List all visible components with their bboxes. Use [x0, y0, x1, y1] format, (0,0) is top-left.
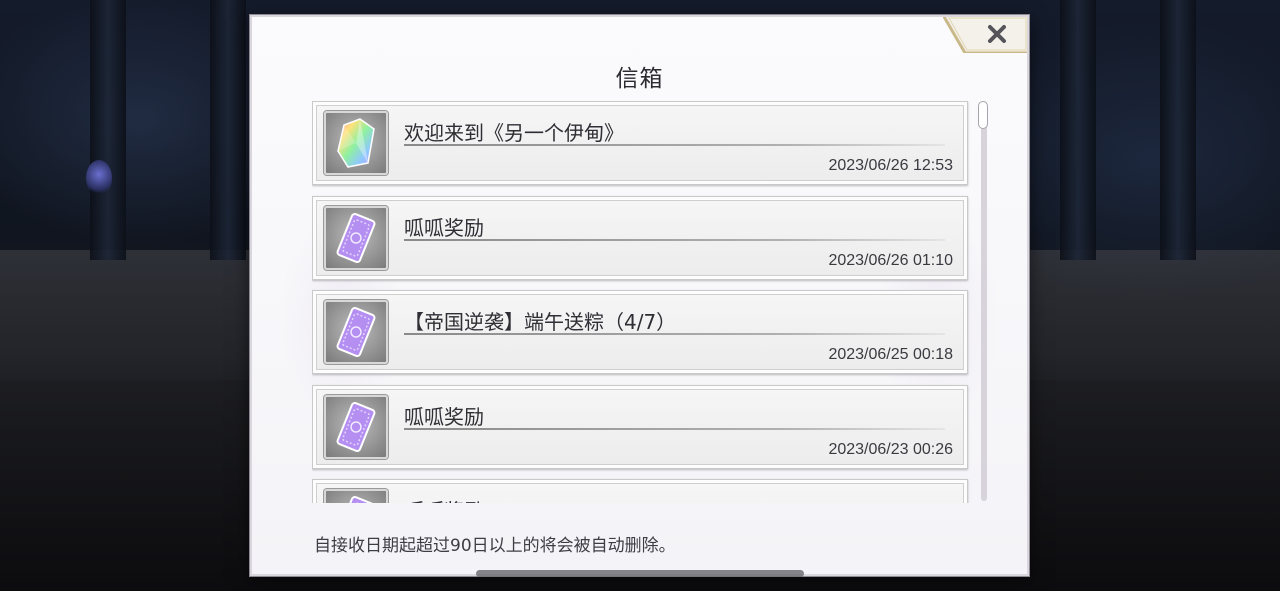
mail-date: 2023/06/26 12:53 — [828, 157, 953, 174]
mail-date: 2023/06/26 01:10 — [828, 252, 953, 269]
background-pillar — [1060, 0, 1096, 260]
mail-date: 2023/06/23 00:26 — [828, 441, 953, 458]
mail-item[interactable]: 欢迎来到《另一个伊甸》 2023/06/26 12:53 — [312, 101, 968, 185]
purple-ticket-icon — [336, 213, 376, 263]
mail-item[interactable]: 呱呱奖励 2023/06/26 01:10 — [312, 196, 968, 280]
mail-divider — [404, 144, 945, 146]
mail-divider — [404, 333, 945, 335]
mail-list-scrollbar[interactable] — [978, 101, 988, 501]
mail-date: 2023/06/25 00:18 — [828, 346, 953, 363]
mail-title: 欢迎来到《另一个伊甸》 — [404, 121, 624, 145]
purple-ticket-icon — [336, 307, 376, 357]
mail-divider — [404, 239, 945, 241]
purple-ticket-icon — [336, 402, 376, 452]
scrollbar-thumb[interactable] — [978, 101, 988, 129]
background-pillar — [1160, 0, 1196, 260]
close-x-icon — [988, 25, 1006, 43]
close-button[interactable] — [979, 19, 1015, 49]
dialog-title: 信箱 — [615, 66, 664, 92]
auto-delete-notice: 自接收日期起超过90日以上的将会被自动删除。 — [314, 536, 676, 556]
background-pillar — [90, 0, 126, 260]
close-tab — [943, 17, 1027, 53]
mail-list[interactable]: 欢迎来到《另一个伊甸》 2023/06/26 12:53 呱呱奖励 2023/0… — [312, 101, 972, 503]
mail-item[interactable]: 呱呱奖励 — [312, 479, 968, 503]
mail-title: 【帝国逆袭】端午送粽（4/7） — [404, 310, 677, 334]
bottom-drag-handle[interactable] — [476, 570, 804, 577]
mail-title: 呱呱奖励 — [404, 216, 484, 240]
mail-divider — [404, 428, 945, 430]
mail-item-icon-frame — [324, 300, 388, 364]
background-lantern — [86, 160, 112, 196]
rainbow-crystal-icon — [337, 118, 375, 168]
mail-item-icon-frame — [324, 489, 388, 503]
purple-ticket-icon — [336, 496, 376, 503]
background-pillar — [210, 0, 246, 260]
mail-title: 呱呱奖励 — [404, 495, 484, 503]
mail-item-icon-frame — [324, 206, 388, 270]
mail-item[interactable]: 【帝国逆袭】端午送粽（4/7） 2023/06/25 00:18 — [312, 290, 968, 374]
mail-item-icon-frame — [324, 111, 388, 175]
mail-title: 呱呱奖励 — [404, 405, 484, 429]
mail-item-icon-frame — [324, 395, 388, 459]
mail-item[interactable]: 呱呱奖励 2023/06/23 00:26 — [312, 385, 968, 469]
mailbox-dialog: 信箱 欢迎来到《另一个伊甸》 2023/06/26 12:53 呱呱奖励 202… — [250, 15, 1029, 576]
